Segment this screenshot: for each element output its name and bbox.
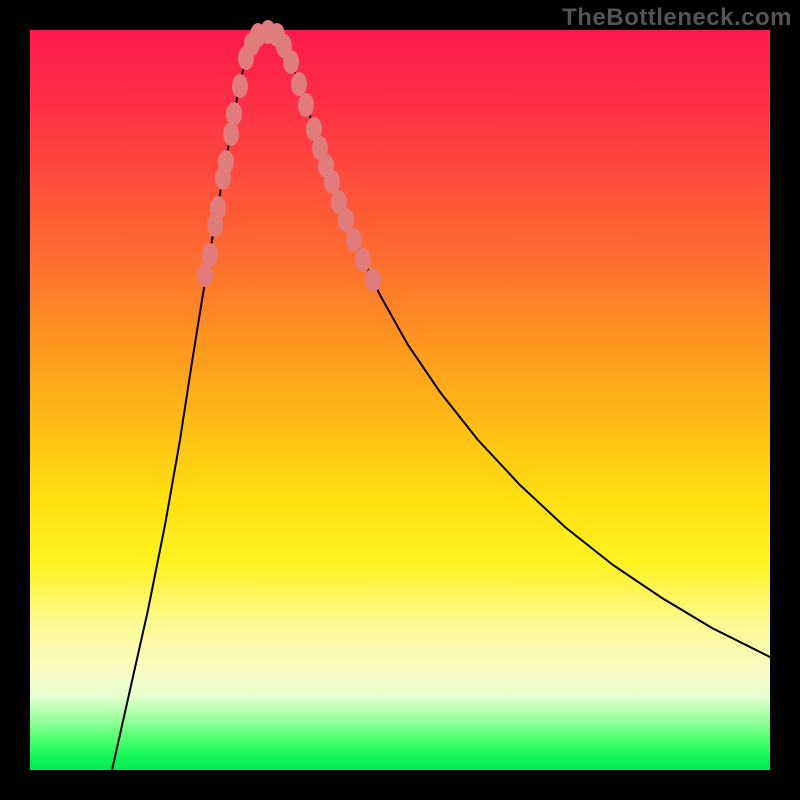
plot-area — [30, 30, 770, 770]
watermark: TheBottleneck.com — [562, 4, 792, 32]
bottleneck-curve — [112, 32, 770, 770]
frame: TheBottleneck.com — [0, 0, 800, 800]
curve-marker — [210, 196, 226, 220]
curve-marker — [232, 74, 248, 98]
curve-marker — [226, 102, 242, 126]
curve-marker — [202, 243, 218, 267]
curve-svg — [30, 30, 770, 770]
curve-marker — [346, 228, 362, 252]
curve-marker — [283, 50, 299, 74]
curve-marker — [365, 268, 381, 292]
curve-marker — [218, 150, 234, 174]
curve-marker — [291, 72, 307, 96]
curve-marker — [223, 122, 239, 146]
markers — [197, 20, 381, 292]
curve-marker — [338, 208, 354, 232]
curve-marker — [298, 93, 314, 117]
curve-marker — [355, 248, 371, 272]
